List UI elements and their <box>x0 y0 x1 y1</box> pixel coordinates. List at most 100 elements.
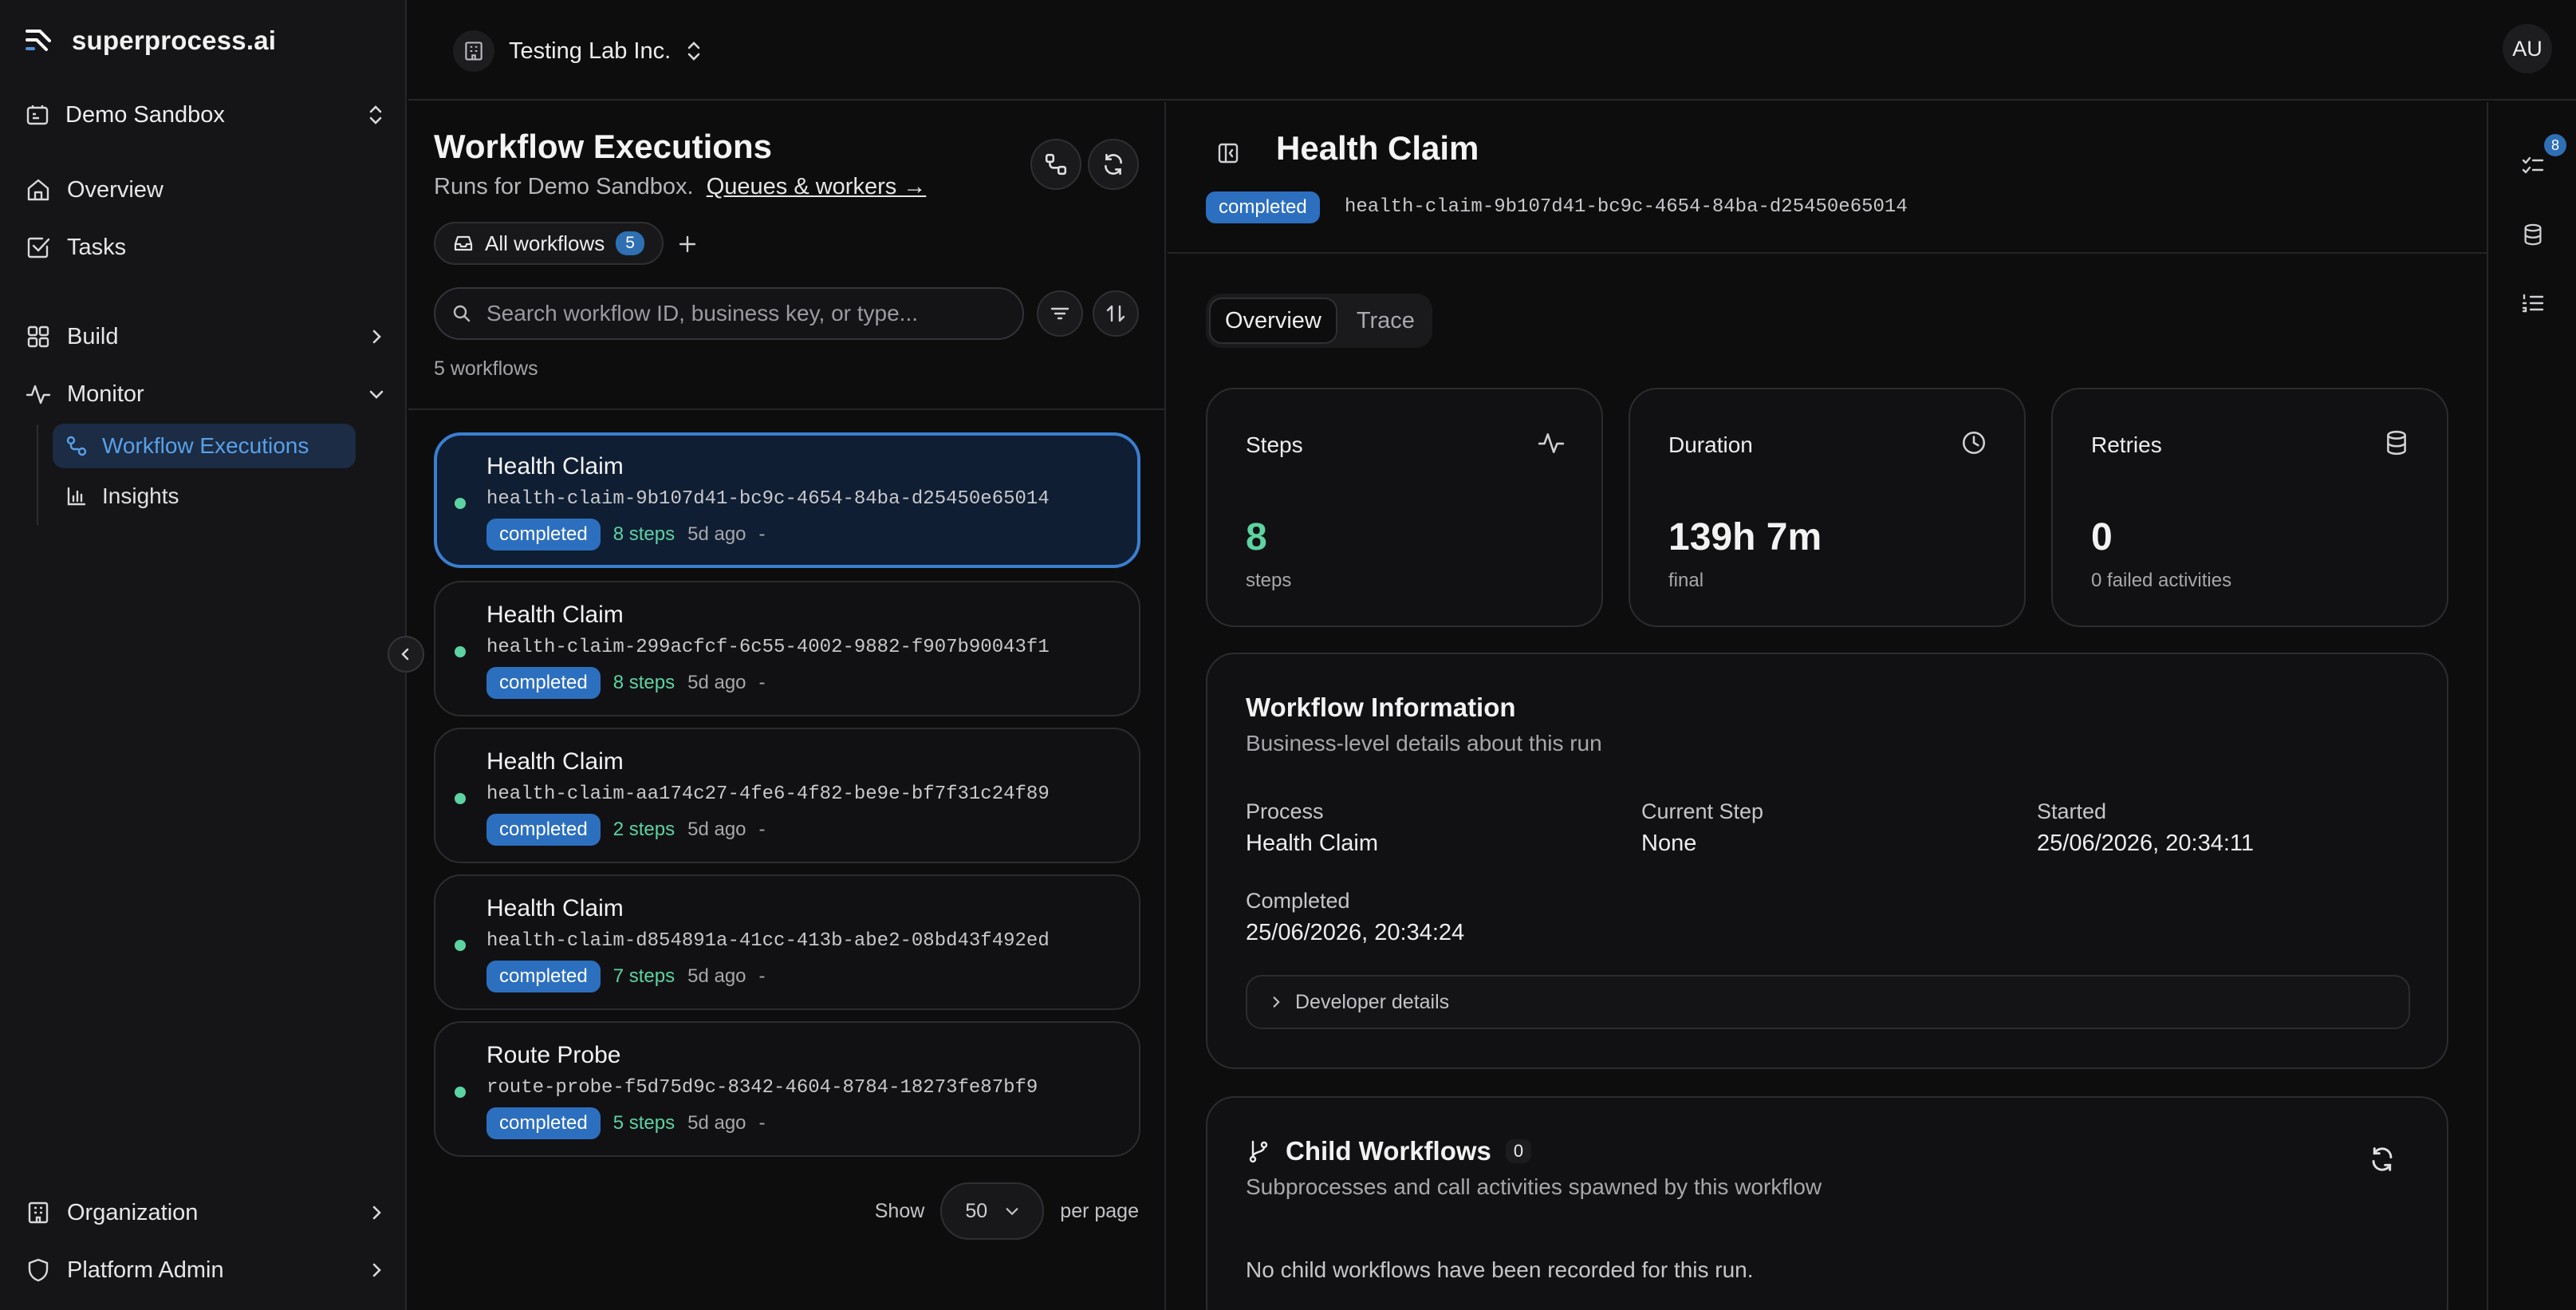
section-subtitle: Business-level details about this run <box>1246 731 1602 756</box>
sidebar-item-workflow-executions[interactable]: Workflow Executions <box>53 424 356 468</box>
avatar[interactable]: AU <box>2503 24 2552 73</box>
sidebar-item-build[interactable]: Build <box>26 314 384 359</box>
sidebar-item-label: Tasks <box>67 234 127 260</box>
sidebar-item-insights[interactable]: Insights <box>53 474 195 519</box>
chevron-right-icon <box>368 1205 384 1221</box>
workflow-card[interactable]: Health Claim health-claim-9b107d41-bc9c-… <box>434 432 1140 568</box>
sidebar-item-platform-admin[interactable]: Platform Admin <box>26 1248 384 1292</box>
brand[interactable]: superprocess.ai <box>26 26 276 56</box>
retries-stat-card: Retries 0 0 failed activities <box>2051 388 2448 627</box>
organization-name: Testing Lab Inc. <box>509 37 672 64</box>
field-value: 25/06/2026, 20:34:11 <box>2037 831 2254 856</box>
collapse-sidebar-button[interactable] <box>388 636 424 673</box>
age: 5d ago <box>687 523 746 545</box>
filter-icon <box>1050 303 1070 324</box>
tab-trace[interactable]: Trace <box>1342 298 1429 344</box>
rail-list-button[interactable] <box>2514 284 2552 322</box>
stat-note: 0 failed activities <box>2091 570 2232 591</box>
extra: - <box>758 1112 766 1134</box>
field-value: 25/06/2026, 20:34:24 <box>1246 920 1465 945</box>
activity-icon <box>1538 429 1565 456</box>
sidebar-item-tasks[interactable]: Tasks <box>26 225 384 270</box>
search-input[interactable] <box>486 301 1022 326</box>
clock-icon <box>1960 429 1987 456</box>
rail-data-button[interactable] <box>2514 215 2552 254</box>
rail-tasks-badge: 8 <box>2544 134 2566 156</box>
workflow-meta: completed 5 steps 5d ago - <box>486 1107 766 1139</box>
workflow-id: health-claim-9b107d41-bc9c-4654-84ba-d25… <box>486 488 1050 510</box>
age: 5d ago <box>687 672 746 693</box>
organization-switcher[interactable]: Testing Lab Inc. <box>453 29 703 73</box>
chevron-up-down-icon <box>367 103 384 127</box>
status-dot <box>455 793 466 804</box>
git-branch-icon <box>1246 1138 1271 1164</box>
sidebar-item-label: Platform Admin <box>67 1257 224 1283</box>
field-label: Process <box>1246 799 1324 823</box>
field-value: None <box>1641 831 1697 856</box>
workflow-card[interactable]: Route Probe route-probe-f5d75d9c-8342-46… <box>434 1021 1140 1157</box>
pagination: Show 50 per page <box>875 1182 1139 1240</box>
tab-overview[interactable]: Overview <box>1209 298 1337 344</box>
workflow-id: health-claim-299acfcf-6c55-4002-9882-f90… <box>486 637 1050 658</box>
all-workflows-filter[interactable]: All workflows 5 <box>434 222 664 265</box>
sidebar-item-overview[interactable]: Overview <box>26 168 384 212</box>
detail-tabs: Overview Trace <box>1206 294 1432 348</box>
refresh-icon <box>1101 152 1125 176</box>
current-step-field: Current Step None <box>1641 799 1763 857</box>
workflow-card[interactable]: Health Claim health-claim-299acfcf-6c55-… <box>434 581 1140 716</box>
panel-left-icon <box>1216 141 1240 165</box>
sidebar: superprocess.ai Demo Sandbox Overview Ta… <box>0 0 407 1310</box>
refresh-button[interactable] <box>1088 139 1139 190</box>
field-label: Current Step <box>1641 799 1764 823</box>
workflow-icon <box>1044 152 1068 176</box>
workflow-card[interactable]: Health Claim health-claim-aa174c27-4fe6-… <box>434 728 1140 863</box>
search-field[interactable] <box>434 287 1024 340</box>
logo-icon <box>26 29 54 53</box>
detail-header: Health Claim completed health-claim-9b10… <box>1168 102 2487 254</box>
right-rail: 8 <box>2487 102 2576 1310</box>
topbar: Testing Lab Inc. AU <box>408 0 2576 101</box>
toggle-list-panel-button[interactable] <box>1212 137 1244 169</box>
child-count-badge: 0 <box>1505 1139 1532 1163</box>
workflow-meta: completed 7 steps 5d ago - <box>486 961 766 992</box>
age: 5d ago <box>687 819 746 840</box>
workflow-id: health-claim-9b107d41-bc9c-4654-84ba-d25… <box>1345 196 1908 218</box>
chevron-right-icon <box>368 329 384 345</box>
age: 5d ago <box>687 965 746 987</box>
filter-button[interactable] <box>1037 290 1083 337</box>
subtitle-text: Runs for Demo Sandbox. <box>434 174 694 199</box>
sidebar-item-monitor[interactable]: Monitor <box>26 372 384 416</box>
add-filter-button[interactable] <box>672 228 703 260</box>
workflow-meta: completed 8 steps 5d ago - <box>486 667 766 699</box>
refresh-icon[interactable] <box>2369 1146 2396 1173</box>
queues-workers-link[interactable]: Queues & workers → <box>707 174 927 199</box>
sidebar-item-label: Overview <box>67 176 163 203</box>
sidebar-item-label: Insights <box>102 483 179 508</box>
page-size-select[interactable]: 50 <box>940 1182 1045 1240</box>
status-dot <box>455 940 466 951</box>
age: 5d ago <box>687 1112 746 1134</box>
status-dot <box>455 498 466 509</box>
workflow-icon <box>65 435 88 457</box>
child-workflows-card: Child Workflows 0 Subprocesses and call … <box>1206 1096 2448 1310</box>
status-badge: completed <box>1206 191 1320 223</box>
stat-note: final <box>1668 570 1704 591</box>
status-badge: completed <box>486 814 601 846</box>
divider <box>408 408 1164 410</box>
workflow-meta: completed 8 steps 5d ago - <box>486 519 766 550</box>
developer-details-toggle[interactable]: Developer details <box>1246 975 2410 1029</box>
filter-label: All workflows <box>485 231 605 255</box>
list-ordered-icon <box>2521 291 2545 315</box>
workflow-title: Route Probe <box>486 1042 621 1068</box>
sort-button[interactable] <box>1093 290 1139 337</box>
environment-switcher[interactable]: Demo Sandbox <box>26 93 384 137</box>
stat-label: Steps <box>1246 432 1303 457</box>
workflow-graph-button[interactable] <box>1030 139 1081 190</box>
developer-details-label: Developer details <box>1295 990 1450 1013</box>
workflow-card[interactable]: Health Claim health-claim-d854891a-41cc-… <box>434 874 1140 1010</box>
status-dot <box>455 1087 466 1098</box>
sidebar-item-label: Workflow Executions <box>102 433 309 458</box>
sidebar-item-organization[interactable]: Organization <box>26 1190 384 1235</box>
chevron-up-down-icon <box>685 39 703 63</box>
building-icon <box>26 1200 51 1225</box>
